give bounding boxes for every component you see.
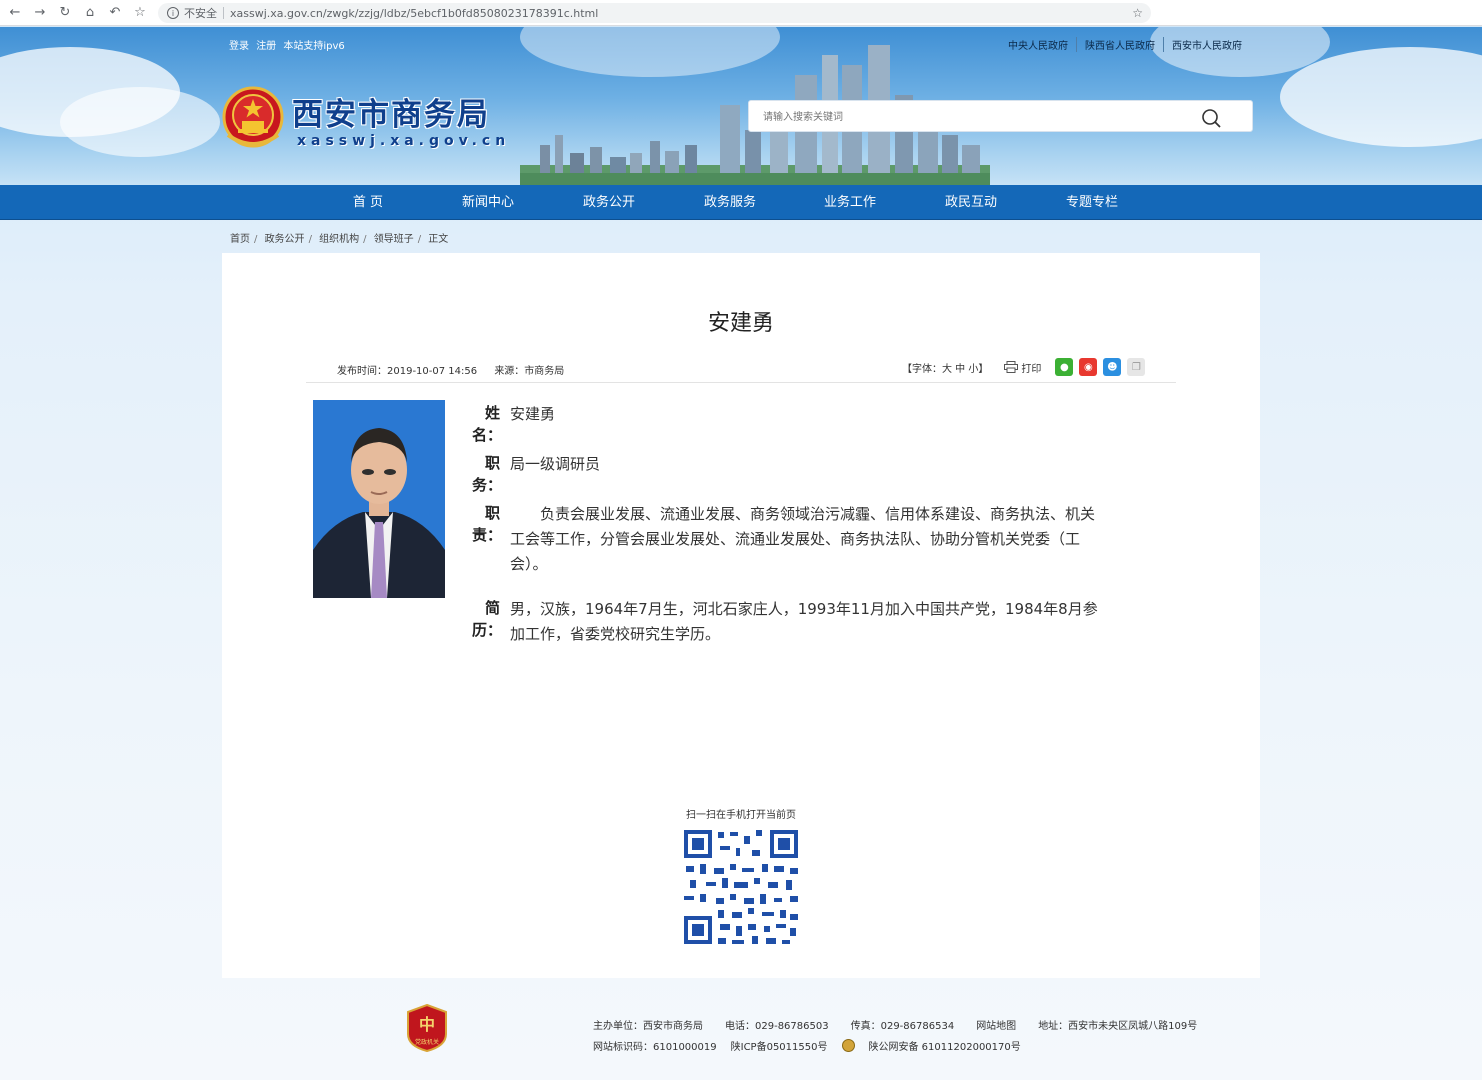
- undo-icon[interactable]: ↶: [105, 3, 125, 23]
- breadcrumb-separator: /: [363, 234, 367, 245]
- position-label: 职务：: [472, 454, 503, 494]
- url-text[interactable]: xasswj.xa.gov.cn/zwgk/zzjg/ldbz/5ebcf1b0…: [230, 7, 598, 20]
- footer-icp-link[interactable]: 陕ICP备05011550号: [731, 1038, 828, 1053]
- profile-bio-row: 简历： 男，汉族，1964年7月生，河北石家庄人，1993年11月加入中国共产党…: [472, 597, 1102, 647]
- duty-label: 职责：: [472, 504, 503, 544]
- government-links: 中央人民政府 陕西省人民政府 西安市人民政府: [1000, 37, 1250, 52]
- bookmark-icon[interactable]: ☆: [130, 3, 150, 23]
- profile-position-row: 职务： 局一级调研员: [472, 452, 1102, 496]
- party-gov-badge-icon[interactable]: 中 党政机关: [406, 1004, 448, 1052]
- home-icon[interactable]: ⌂: [80, 3, 100, 23]
- omnibox-divider: [223, 7, 224, 19]
- footer-contact: 主办单位：西安市商务局 电话：029-86786503 传真：029-86786…: [593, 1017, 1219, 1032]
- badge-text: 党政机关: [415, 1038, 439, 1046]
- bio-value: 男，汉族，1964年7月生，河北石家庄人，1993年11月加入中国共产党，198…: [510, 600, 1098, 643]
- search-input[interactable]: [763, 108, 1183, 126]
- meta-divider: [306, 382, 1176, 383]
- profile-name-row: 姓名： 安建勇: [472, 402, 1102, 446]
- star-icon[interactable]: ☆: [1132, 6, 1143, 20]
- browser-toolbar: ← → ↻ ⌂ ↶ ☆ i 不安全 xasswj.xa.gov.cn/zwgk/…: [0, 0, 1482, 26]
- qr-caption: 扫一扫在手机打开当前页: [686, 810, 796, 821]
- bio-label: 简历：: [472, 599, 503, 639]
- nav-services[interactable]: 政务服务: [680, 185, 780, 220]
- info-icon[interactable]: i: [167, 7, 179, 19]
- breadcrumb-government-affairs[interactable]: 政务公开: [265, 234, 305, 245]
- search-box: [748, 100, 1253, 132]
- central-gov-link[interactable]: 中央人民政府: [1000, 37, 1076, 52]
- breadcrumb-separator: /: [254, 234, 258, 245]
- breadcrumb-separator: /: [417, 234, 422, 245]
- article-title: 安建勇: [707, 311, 774, 336]
- site-title[interactable]: 西安市商务局: [292, 89, 490, 134]
- publish-time: 发布时间：2019-10-07 14:56: [337, 366, 478, 377]
- nav-topics[interactable]: 专题专栏: [1042, 185, 1142, 220]
- footer-address: 地址：西安市未央区凤城八路109号: [1038, 1021, 1198, 1032]
- article-meta: 发布时间：2019-10-07 14:56 来源：市商务局: [337, 362, 578, 377]
- nav-business[interactable]: 业务工作: [800, 185, 900, 220]
- position-value: 局一级调研员: [510, 455, 601, 473]
- breadcrumb: 首页 / 政务公开 / 组织机构 / 领导班子 / 正文: [230, 230, 448, 245]
- cloud-decoration: [60, 87, 220, 157]
- address-bar[interactable]: i 不安全 xasswj.xa.gov.cn/zwgk/zzjg/ldbz/5e…: [158, 3, 1151, 23]
- nav-interaction[interactable]: 政民互动: [921, 185, 1021, 220]
- ipv6-notice: 本站支持ipv6: [283, 41, 345, 52]
- name-label: 姓名：: [472, 404, 503, 444]
- footer-sponsor: 主办单位：西安市商务局: [593, 1021, 703, 1032]
- breadcrumb-organization[interactable]: 组织机构: [319, 234, 359, 245]
- security-label: 不安全: [184, 7, 217, 20]
- print-label: 打印: [1021, 363, 1042, 375]
- article-source: 来源：市商务局: [494, 366, 565, 377]
- back-icon[interactable]: ←: [5, 3, 25, 23]
- qq-share-icon[interactable]: ☻: [1103, 358, 1122, 376]
- site-domain: xasswj.xa.gov.cn: [297, 133, 511, 149]
- weibo-share-icon[interactable]: ◉: [1079, 358, 1098, 376]
- xian-gov-link[interactable]: 西安市人民政府: [1163, 37, 1250, 52]
- main-nav: 首 页 新闻中心 政务公开 政务服务 业务工作 政民互动 专题专栏: [0, 185, 1482, 220]
- copy-link-icon[interactable]: ❐: [1127, 358, 1146, 376]
- footer-police-link[interactable]: 陕公网安备 61011202000170号: [869, 1038, 1021, 1053]
- nav-government-affairs[interactable]: 政务公开: [559, 185, 659, 220]
- profile-duty-row: 职责： 负责会展业发展、流通业发展、商务领域治污减霾、信用体系建设、商务执法、机…: [472, 502, 1102, 577]
- breadcrumb-leadership[interactable]: 领导班子: [374, 234, 414, 245]
- profile-details: 姓名： 安建勇 职务： 局一级调研员 职责： 负责会展业发展、流通业发展、商务领…: [472, 402, 1102, 653]
- portrait-image: [313, 400, 445, 598]
- footer-sitemap-link[interactable]: 网站地图: [976, 1017, 1016, 1032]
- footer-site-id: 网站标识码：6101000019: [593, 1042, 717, 1053]
- forward-icon[interactable]: →: [30, 3, 50, 23]
- svg-text:中: 中: [419, 1015, 435, 1034]
- footer-fax: 传真：029-86786534: [850, 1021, 955, 1032]
- site-header: 登录 注册 本站支持ipv6 中央人民政府 陕西省人民政府 西安市人民政府 西安…: [0, 27, 1482, 185]
- national-emblem-icon: [222, 86, 284, 148]
- breadcrumb-separator: /: [308, 234, 312, 245]
- qr-code-image: [682, 828, 800, 946]
- profile-photo: [313, 400, 445, 598]
- article-tools: 【字体：大 中 小】 打印 ● ◉ ☻ ❐: [902, 358, 1146, 376]
- wechat-share-icon[interactable]: ●: [1055, 358, 1074, 376]
- article-panel: 安建勇 发布时间：2019-10-07 14:56 来源：市商务局 【字体：大 …: [222, 253, 1260, 978]
- nav-news[interactable]: 新闻中心: [438, 185, 538, 220]
- reload-icon[interactable]: ↻: [55, 3, 75, 23]
- breadcrumb-current: 正文: [428, 234, 449, 245]
- printer-icon: [1004, 361, 1019, 373]
- print-button[interactable]: 打印: [1004, 360, 1041, 375]
- shaanxi-gov-link[interactable]: 陕西省人民政府: [1076, 37, 1163, 52]
- duty-value: 负责会展业发展、流通业发展、商务领域治污减霾、信用体系建设、商务执法、机关工会等…: [510, 505, 1096, 573]
- user-links: 登录 注册 本站支持ipv6: [229, 37, 349, 52]
- footer-registration: 网站标识码：6101000019 陕ICP备05011550号 陕公网安备 61…: [593, 1038, 1035, 1053]
- register-link[interactable]: 注册: [256, 41, 276, 52]
- font-size-control[interactable]: 【字体：大 中 小】: [902, 360, 988, 375]
- search-icon[interactable]: [1200, 107, 1222, 129]
- name-value: 安建勇: [510, 405, 556, 423]
- login-link[interactable]: 登录: [229, 41, 249, 52]
- breadcrumb-home[interactable]: 首页: [230, 234, 250, 245]
- footer-phone: 电话：029-86786503: [725, 1021, 829, 1032]
- police-badge-icon: [841, 1039, 855, 1052]
- nav-home[interactable]: 首 页: [318, 185, 418, 220]
